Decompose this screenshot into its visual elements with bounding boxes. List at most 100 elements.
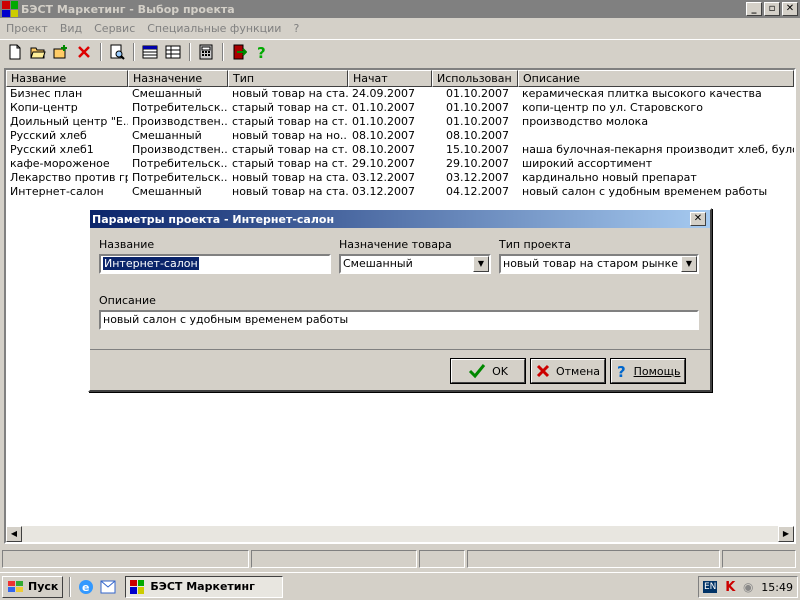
ie-icon[interactable]: e [77,578,95,596]
help-icon[interactable]: ? [251,41,273,63]
antivirus-icon[interactable]: K [725,580,735,595]
close-button[interactable]: ✕ [782,2,798,16]
delete-icon[interactable] [73,41,95,63]
table-cell: 08.10.2007 [446,129,509,142]
list-header: Название Назначение Тип Начат Использова… [6,70,794,87]
calculator-icon[interactable] [195,41,217,63]
table-cell: копи-центр по ул. Старовского [522,101,703,114]
scrollbar-track[interactable] [22,526,778,542]
chevron-down-icon[interactable]: ▼ [473,256,489,272]
name-field[interactable]: Интернет-салон [99,254,331,274]
scroll-right-icon[interactable]: ▶ [778,526,794,542]
description-field[interactable]: новый салон с удобным временем работы [99,310,699,330]
menu-service[interactable]: Сервис [88,22,141,35]
status-pane [2,550,250,568]
table-cell: кафе-мороженое [10,157,110,170]
table-cell: старый товар на ст... [232,157,348,170]
purpose-combo[interactable]: Смешанный ▼ [339,254,491,274]
add-project-icon[interactable] [50,41,72,63]
table-cell: 01.10.2007 [446,115,509,128]
table-row[interactable]: Лекарство против гри... Потребительск... н… [6,171,794,185]
maximize-button[interactable]: ▫ [764,2,780,16]
table-cell: 04.12.2007 [446,185,509,198]
table-cell: 03.12.2007 [352,185,415,198]
name-label: Название [99,238,155,251]
table-row[interactable]: Копи-центр Потребительск... старый товар н… [6,101,794,115]
table-cell: 29.10.2007 [352,157,415,170]
table-cell: Бизнес план [10,87,83,100]
table-cell: 08.10.2007 [352,129,415,142]
taskbar-task-best-marketing[interactable]: БЭСТ Маркетинг [125,575,284,598]
purpose-combo-value: Смешанный [343,257,413,270]
table-row[interactable]: Интернет-салон Смешанный новый товар на ст… [6,185,794,199]
type-combo-value: новый товар на старом рынке [503,257,678,270]
help-button[interactable]: ? Помощь [610,358,686,384]
dialog-titlebar[interactable]: Параметры проекта - Интернет-салон [90,210,710,228]
column-header-started[interactable]: Начат [348,70,432,87]
column-header-used[interactable]: Использован [432,70,518,87]
type-combo[interactable]: новый товар на старом рынке ▼ [499,254,699,274]
open-folder-icon[interactable] [27,41,49,63]
task-label: БЭСТ Маркетинг [150,580,255,593]
cancel-button[interactable]: Отмена [530,358,606,384]
table-cell: новый товар на но... [232,129,348,142]
app-icon [130,579,145,594]
column-header-description[interactable]: Описание [518,70,794,87]
system-tray: EN K ◉ 15:49 [698,576,798,598]
table-row[interactable]: Доильный центр "Е... Производствен... стар… [6,115,794,129]
status-pane [722,550,797,568]
svg-text:?: ? [617,363,626,379]
table-cell: 29.10.2007 [446,157,509,170]
toolbar-separator [222,42,224,61]
table-cell: Доильный центр "Е... [10,115,128,128]
table-cell: старый товар на ст... [232,143,348,156]
app-icon [2,1,18,17]
horizontal-scrollbar[interactable]: ◀ ▶ [6,526,794,542]
start-button[interactable]: Пуск [2,575,64,598]
table-cell: 08.10.2007 [352,143,415,156]
table-row[interactable]: кафе-мороженое Потребительск... старый тов… [6,157,794,171]
cross-icon [536,364,550,378]
exit-icon[interactable] [228,41,250,63]
new-document-icon[interactable] [4,41,26,63]
menu-project[interactable]: Проект [0,22,54,35]
table-cell: керамическая плитка высокого качества [522,87,762,100]
table-row[interactable]: Русский хлеб1 Производствен... старый това… [6,143,794,157]
language-indicator[interactable]: EN [703,581,718,593]
description-label: Описание [99,294,156,307]
dialog-close-button[interactable]: ✕ [690,212,706,226]
table-cell: Смешанный [132,87,202,100]
table-icon[interactable] [139,41,161,63]
column-header-type[interactable]: Тип [228,70,348,87]
table-cell: 01.10.2007 [352,115,415,128]
minimize-button[interactable]: _ [746,2,762,16]
ok-button[interactable]: OK [450,358,526,384]
list-icon[interactable] [162,41,184,63]
table-cell: новый товар на ста... [232,185,348,198]
table-row[interactable]: Бизнес план Смешанный новый товар на ста..… [6,87,794,101]
main-titlebar[interactable]: БЭСТ Маркетинг - Выбор проекта _ ▫ ✕ [0,0,800,18]
search-icon[interactable] [106,41,128,63]
menu-view[interactable]: Вид [54,22,88,35]
table-cell: старый товар на ст... [232,101,348,114]
menu-help[interactable]: ? [287,22,305,35]
table-cell: Интернет-салон [10,185,104,198]
table-cell: Лекарство против гри... [10,171,128,184]
outlook-icon[interactable] [99,578,117,596]
table-cell: Русский хлеб [10,129,87,142]
table-cell: 15.10.2007 [446,143,509,156]
table-cell: Производствен... [132,143,228,156]
svg-text:e: e [82,581,89,594]
scroll-left-icon[interactable]: ◀ [6,526,22,542]
volume-icon[interactable]: ◉ [743,580,753,594]
chevron-down-icon[interactable]: ▼ [681,256,697,272]
menu-special[interactable]: Специальные функции [141,22,287,35]
status-pane [251,550,417,568]
column-header-name[interactable]: Название [6,70,128,87]
table-cell: широкий ассортимент [522,157,653,170]
table-cell: 01.10.2007 [446,101,509,114]
table-row[interactable]: Русский хлеб Смешанный новый товар на но..… [6,129,794,143]
project-params-dialog: Параметры проекта - Интернет-салон ✕ Наз… [88,208,712,392]
table-cell: 01.10.2007 [352,101,415,114]
column-header-purpose[interactable]: Назначение [128,70,228,87]
